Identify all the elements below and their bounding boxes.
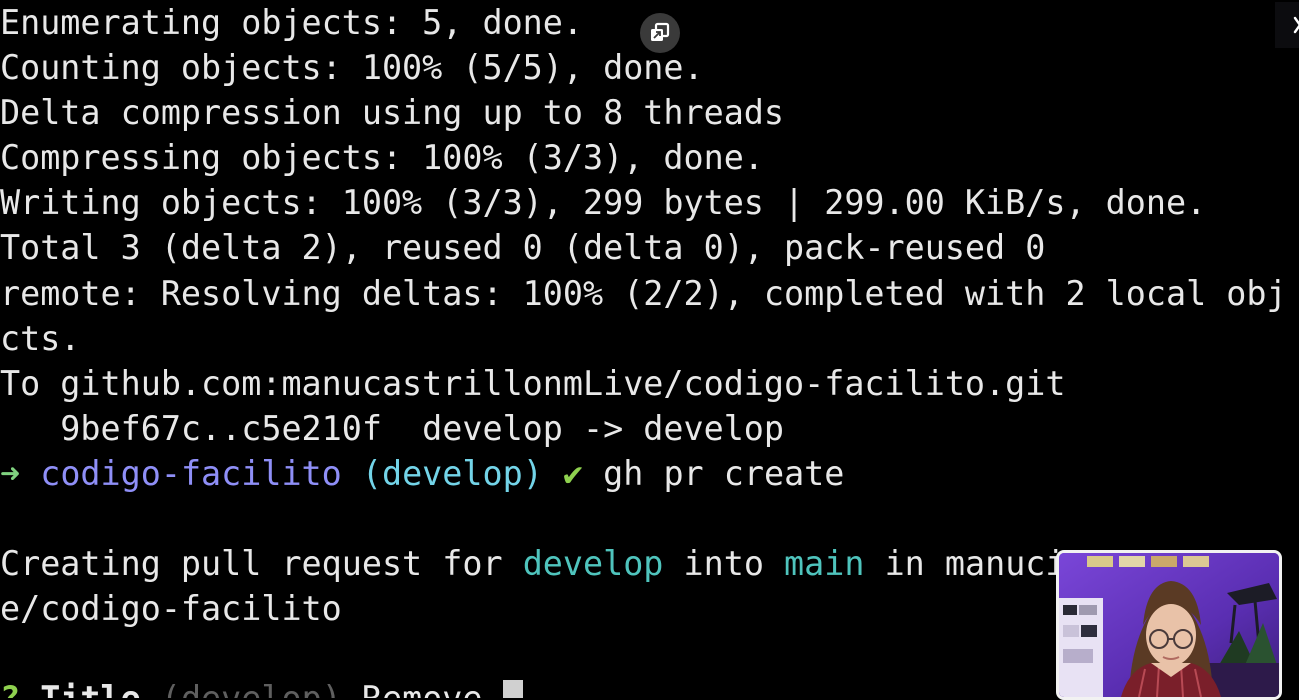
title-input-value[interactable]: Remove	[362, 679, 483, 698]
picture-in-picture-button[interactable]	[640, 13, 680, 53]
question-mark-icon: ?	[0, 679, 20, 698]
close-icon	[1293, 16, 1299, 34]
prompt-arrow-icon: ➜	[0, 453, 21, 493]
output-line: Delta compression using up to 8 threads	[0, 93, 785, 133]
output-line: To github.com:manucastrillonmLive/codigo…	[0, 363, 1066, 403]
output-line: 9bef67c..c5e210f develop -> develop	[0, 408, 785, 448]
prompt-branch: (develop)	[361, 453, 543, 493]
creating-prefix: Creating pull request for	[0, 544, 523, 584]
webcam-overlay[interactable]	[1056, 550, 1282, 700]
close-button[interactable]	[1275, 2, 1299, 48]
output-line: cts.	[0, 318, 81, 358]
head-branch: develop	[522, 544, 664, 584]
output-line: Writing objects: 100% (3/3), 299 bytes |…	[0, 183, 1207, 223]
output-line: Counting objects: 100% (5/5), done.	[0, 48, 704, 88]
prompt-directory: codigo-facilito	[40, 453, 342, 493]
text-cursor	[502, 680, 523, 698]
prompt-command: gh pr create	[603, 453, 845, 493]
shell-prompt: ➜ codigo-facilito (develop) ✔ gh pr crea…	[0, 451, 1299, 496]
picture-in-picture-icon	[651, 22, 670, 41]
base-branch: main	[784, 544, 865, 584]
creating-middle: into	[663, 544, 785, 584]
output-line: Total 3 (delta 2), reused 0 (delta 0), p…	[0, 228, 1046, 268]
output-line: Compressing objects: 100% (3/3), done.	[0, 138, 764, 178]
output-line: remote: Resolving deltas: 100% (2/2), co…	[0, 273, 1287, 313]
title-label: Title	[40, 679, 141, 698]
title-default-hint: (develop)	[161, 679, 342, 698]
check-icon: ✔	[562, 453, 584, 493]
creating-suffix: in manuc	[864, 544, 1046, 584]
webcam-feed-image	[1059, 553, 1279, 697]
